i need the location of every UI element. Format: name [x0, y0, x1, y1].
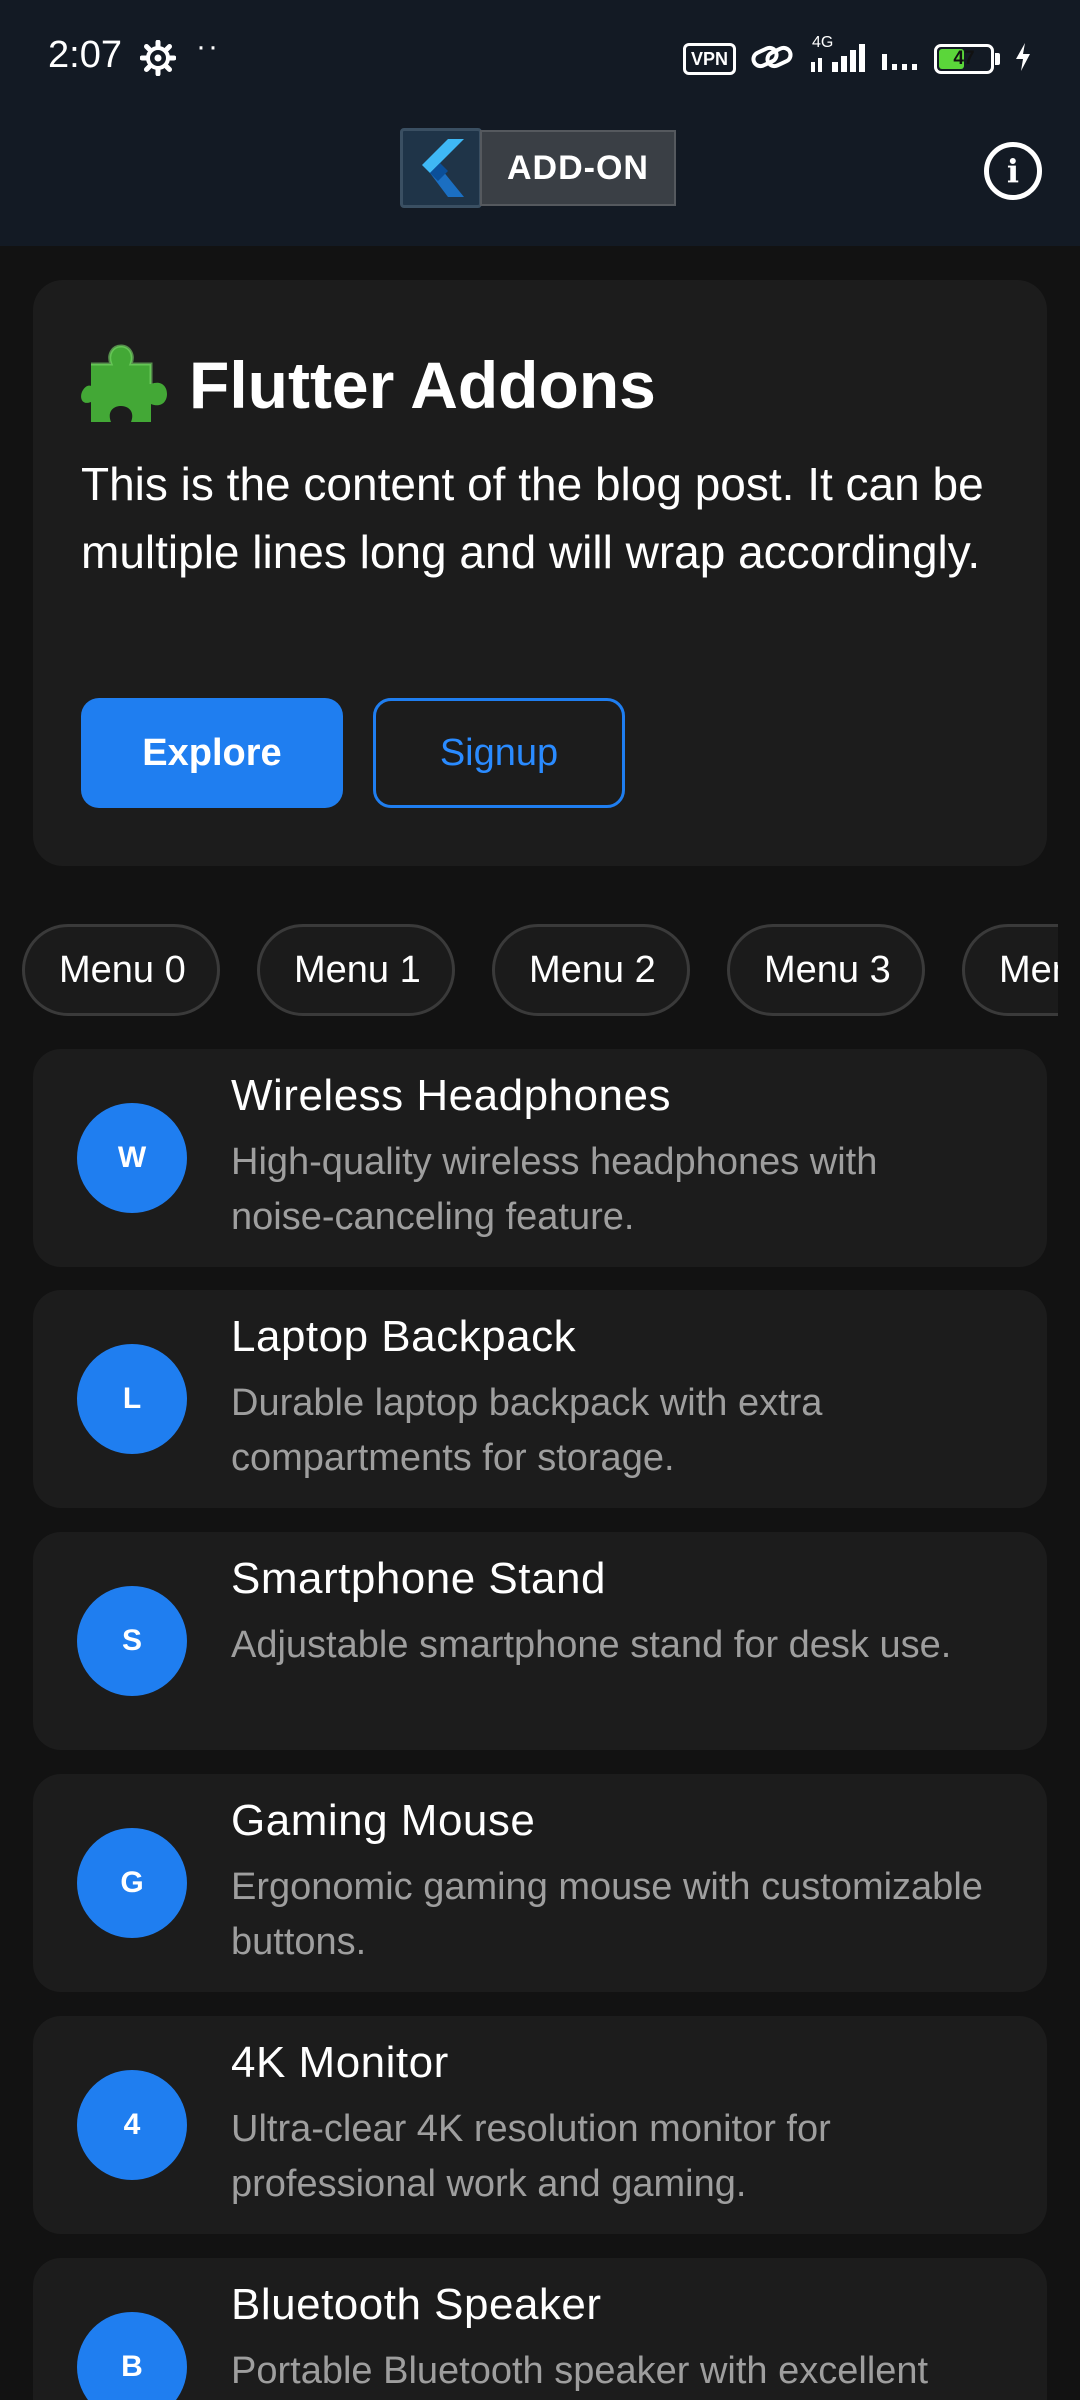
item-title: Smartphone Stand [231, 1554, 606, 1603]
item-description: Durable laptop backpack with extra compa… [231, 1382, 823, 1479]
battery-percent: 47 [953, 48, 975, 69]
list-item[interactable]: B Bluetooth Speaker Portable Bluetooth s… [33, 2258, 1047, 2400]
top-bar: 2:07 ·· VPN 4G 47 ADD-ON i [0, 0, 1080, 246]
item-description: High-quality wireless headphones with no… [231, 1141, 878, 1238]
signup-button[interactable]: Signup [373, 698, 625, 808]
link-icon [750, 42, 794, 77]
addon-logo: ADD-ON [400, 128, 676, 208]
avatar: W [77, 1103, 187, 1213]
item-title: 4K Monitor [231, 2038, 449, 2087]
item-title: Laptop Backpack [231, 1312, 577, 1361]
menu-chip-0[interactable]: Menu 0 [22, 924, 220, 1016]
list-item[interactable]: G Gaming Mouse Ergonomic gaming mouse wi… [33, 1774, 1047, 1992]
avatar: S [77, 1586, 187, 1696]
item-title: Gaming Mouse [231, 1796, 536, 1845]
menu-chip-2[interactable]: Menu 2 [492, 924, 690, 1016]
status-icons: VPN 4G 47 [682, 34, 1032, 78]
info-icon: i [1006, 152, 1020, 190]
list-item[interactable]: W Wireless Headphones High-quality wirel… [33, 1049, 1047, 1267]
status-bar: 2:07 ·· VPN 4G 47 [0, 0, 1080, 120]
app-bar: ADD-ON i [0, 120, 1080, 246]
puzzle-piece-icon [81, 338, 169, 431]
list-item[interactable]: 4 4K Monitor Ultra-clear 4K resolution m… [33, 2016, 1047, 2234]
avatar: G [77, 1828, 187, 1938]
second-signal-icon [880, 42, 920, 77]
item-title: Bluetooth Speaker [231, 2280, 602, 2329]
avatar: L [77, 1344, 187, 1454]
menu-chip-4[interactable]: Menu 4 [962, 924, 1058, 1016]
menu-chip-1[interactable]: Menu 1 [257, 924, 455, 1016]
flutter-logo-icon [400, 128, 482, 208]
menu-chip-3[interactable]: Menu 3 [727, 924, 925, 1016]
avatar: B [77, 2312, 187, 2400]
cellular-signal-icon: 4G [808, 34, 866, 78]
item-title: Wireless Headphones [231, 1071, 671, 1120]
menu-chip-row[interactable]: Menu 0 Menu 1 Menu 2 Menu 3 Menu 4 [22, 924, 1058, 1018]
hero-title: Flutter Addons [189, 347, 656, 422]
item-description: Portable Bluetooth speaker with excellen… [231, 2350, 929, 2392]
app-screen: 2:07 ·· VPN 4G 47 ADD-ON i Flutter Addon… [0, 0, 1080, 2400]
battery-icon: 47 [934, 44, 1000, 74]
logo-text: ADD-ON [507, 148, 649, 187]
status-time: 2:07 [48, 34, 122, 76]
item-description: Ultra-clear 4K resolution monitor for pr… [231, 2108, 831, 2205]
settings-gear-icon [139, 39, 177, 81]
info-button[interactable]: i [984, 142, 1042, 200]
list-item[interactable]: L Laptop Backpack Durable laptop backpac… [33, 1290, 1047, 1508]
hero-card: Flutter Addons This is the content of th… [33, 280, 1047, 866]
vpn-badge: VPN [682, 43, 736, 75]
avatar: 4 [77, 2070, 187, 2180]
item-description: Adjustable smartphone stand for desk use… [231, 1624, 952, 1666]
item-description: Ergonomic gaming mouse with customizable… [231, 1866, 983, 1963]
hero-body-text: This is the content of the blog post. It… [81, 458, 984, 578]
charging-bolt-icon [1014, 42, 1032, 77]
explore-button[interactable]: Explore [81, 698, 343, 808]
notification-dots: ·· [196, 30, 220, 63]
list-item[interactable]: S Smartphone Stand Adjustable smartphone… [33, 1532, 1047, 1750]
